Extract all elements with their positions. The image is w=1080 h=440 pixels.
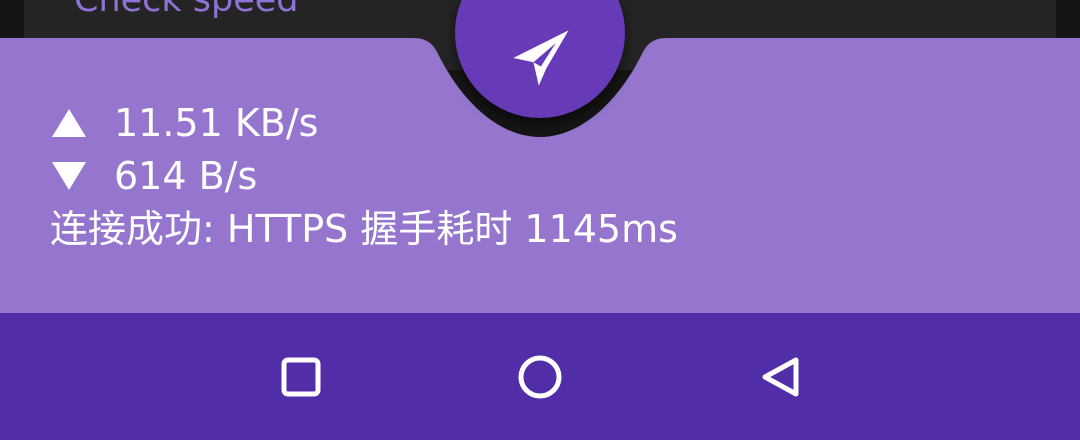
- home-button[interactable]: [510, 347, 570, 407]
- circle-icon: [518, 355, 562, 399]
- upload-row: 11.51 KB/s: [50, 94, 678, 151]
- download-speed: 614 B/s: [114, 153, 258, 198]
- vpn-connection-screen: Check speed 11.51 KB/s 614 B/s 连接成功: HTT…: [0, 0, 1080, 440]
- back-button[interactable]: [749, 347, 809, 407]
- connection-stats: 11.51 KB/s 614 B/s 连接成功: HTTPS 握手耗时 1145…: [50, 94, 678, 254]
- square-icon: [281, 357, 321, 397]
- system-navigation-bar: [0, 313, 1080, 440]
- upload-arrow-icon: [52, 108, 86, 137]
- triangle-back-icon: [762, 357, 799, 397]
- connection-status: 连接成功: HTTPS 握手耗时 1145ms: [50, 207, 678, 251]
- download-arrow-icon: [52, 161, 86, 190]
- recent-apps-button[interactable]: [271, 347, 331, 407]
- download-row: 614 B/s: [50, 147, 678, 204]
- paper-plane-icon: [513, 30, 569, 86]
- upload-speed: 11.51 KB/s: [114, 100, 319, 145]
